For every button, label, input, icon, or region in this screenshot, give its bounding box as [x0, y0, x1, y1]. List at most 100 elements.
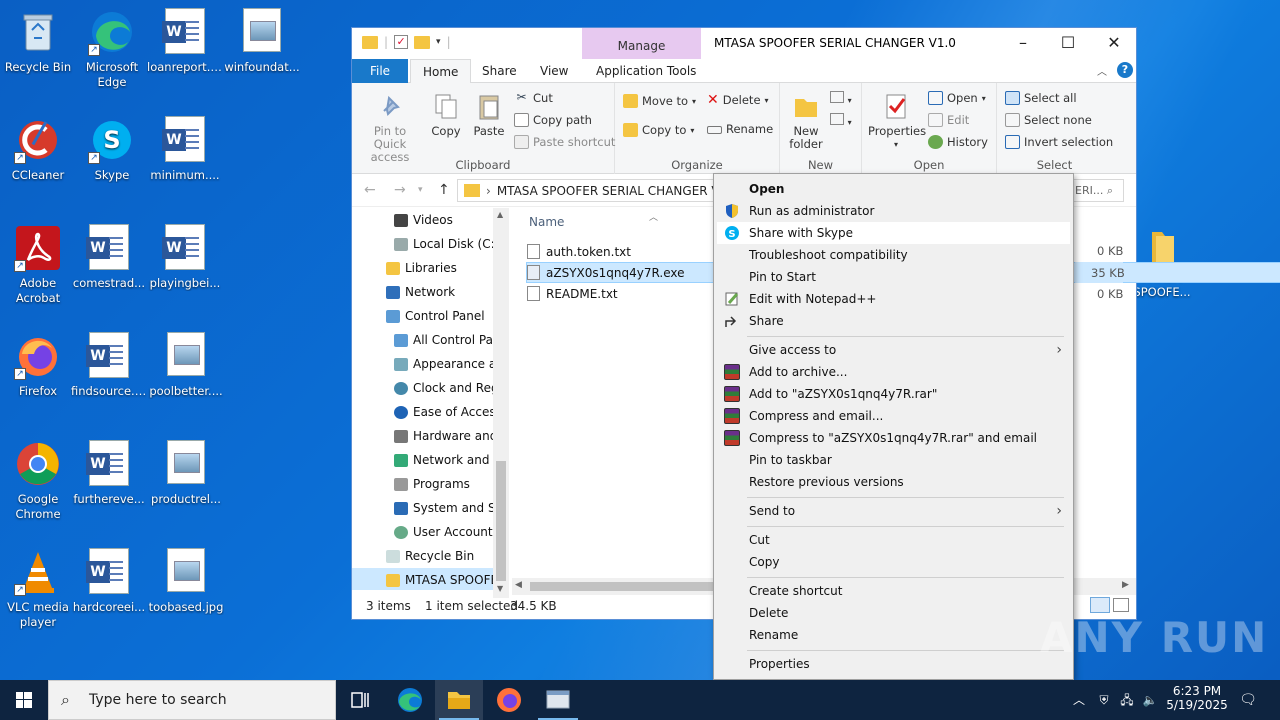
pin-to-quick-access-button[interactable]: Pin to Quick access — [358, 91, 422, 164]
nav-item-libraries[interactable]: Libraries — [352, 256, 507, 280]
delete-button[interactable]: ✕ Delete ▾ — [707, 93, 769, 107]
desktop-icon-toobased[interactable]: toobased.jpg — [148, 548, 224, 615]
menu-item-add-to-archive[interactable]: Add to archive... — [717, 361, 1070, 383]
edit-button[interactable]: Edit — [928, 113, 969, 127]
select-none-button[interactable]: Select none — [1005, 113, 1092, 127]
scrollbar-thumb[interactable] — [530, 582, 715, 591]
menu-item-restore-versions[interactable]: Restore previous versions — [717, 471, 1070, 493]
network-icon[interactable]: 🖧 — [1118, 680, 1136, 720]
nav-scrollbar[interactable]: ▲ ▼ — [493, 208, 509, 598]
tab-file[interactable]: File — [352, 59, 408, 83]
taskbar-app[interactable] — [534, 680, 582, 720]
nav-item-local-disk[interactable]: Local Disk (C:) — [352, 232, 507, 256]
select-all-button[interactable]: Select all — [1005, 91, 1077, 105]
properties-check-icon[interactable]: ✓ — [394, 35, 409, 49]
desktop-icon-recycle-bin[interactable]: Recycle Bin — [0, 8, 76, 75]
nav-item-system-security[interactable]: System and Sec — [352, 496, 507, 520]
minimize-button[interactable]: – — [1000, 28, 1046, 59]
desktop-icon-vlc[interactable]: ↗ VLC media player — [0, 548, 76, 630]
copy-path-button[interactable]: Copy path — [514, 113, 592, 127]
menu-item-send-to[interactable]: Send to › — [717, 500, 1070, 522]
nav-item-videos[interactable]: Videos — [352, 208, 507, 232]
menu-item-compress-to-rar-email[interactable]: Compress to "aZSYX0s1qnq4y7R.rar" and em… — [717, 427, 1070, 449]
help-icon[interactable]: ? — [1117, 62, 1133, 78]
menu-item-add-to-rar[interactable]: Add to "aZSYX0s1qnq4y7R.rar" — [717, 383, 1070, 405]
nav-item-mtasa-spoofer[interactable]: MTASA SPOOFER — [352, 568, 507, 590]
open-button[interactable]: Open ▾ — [928, 91, 986, 105]
collapse-ribbon-icon[interactable]: ︿ — [1097, 63, 1107, 78]
close-button[interactable]: ✕ — [1091, 28, 1137, 59]
volume-icon[interactable]: 🔈 — [1141, 680, 1159, 720]
desktop-icon-furthereve[interactable]: W furthereve... — [71, 440, 147, 507]
menu-item-pin-to-taskbar[interactable]: Pin to taskbar — [717, 449, 1070, 471]
cut-button[interactable]: ✂ Cut — [514, 91, 552, 105]
scroll-down-icon[interactable]: ▼ — [497, 584, 503, 593]
nav-item-clock-region[interactable]: Clock and Regi — [352, 376, 507, 400]
new-folder-button[interactable]: New folder — [788, 91, 824, 151]
menu-item-give-access[interactable]: Give access to › — [717, 339, 1070, 361]
details-view-icon[interactable] — [1090, 597, 1110, 613]
desktop-icon-minimum[interactable]: W minimum.... — [147, 116, 223, 183]
desktop-icon-skype[interactable]: S ↗ Skype — [74, 116, 150, 183]
forward-arrow-icon[interactable]: → — [394, 182, 406, 198]
desktop-icon-adobe-acrobat[interactable]: ↗ Adobe Acrobat — [0, 224, 76, 306]
new-folder-icon[interactable] — [414, 35, 431, 49]
up-arrow-icon[interactable]: ↑ — [438, 182, 450, 198]
taskbar-edge[interactable] — [386, 680, 434, 720]
menu-item-share[interactable]: Share — [717, 310, 1070, 332]
menu-item-pin-to-start[interactable]: Pin to Start — [717, 266, 1070, 288]
title-bar[interactable]: | ✓ ▾ | Manage MTASA SPOOFER SERIAL CHAN… — [352, 28, 1136, 59]
navigation-pane[interactable]: Videos Local Disk (C:) Libraries Network… — [352, 208, 507, 590]
maximize-button[interactable]: ☐ — [1045, 28, 1091, 59]
show-hidden-icons-icon[interactable]: ︿ — [1070, 680, 1088, 720]
clock[interactable]: 6:23 PM 5/19/2025 — [1162, 680, 1232, 720]
move-to-button[interactable]: Move to ▾ — [623, 94, 696, 108]
menu-item-share-with-skype[interactable]: S Share with Skype — [717, 222, 1070, 244]
nav-item-programs[interactable]: Programs — [352, 472, 507, 496]
properties-button[interactable]: Properties ▾ — [868, 91, 926, 151]
paste-shortcut-button[interactable]: Paste shortcut — [514, 135, 615, 149]
copy-to-button[interactable]: Copy to ▾ — [623, 123, 694, 137]
nav-item-network-internet[interactable]: Network and Ir — [352, 448, 507, 472]
desktop-icon-google-chrome[interactable]: Google Chrome — [0, 440, 76, 522]
desktop-icon-ccleaner[interactable]: ↗ CCleaner — [0, 116, 76, 183]
defender-icon[interactable]: ⛨ — [1095, 680, 1113, 720]
menu-item-rename[interactable]: Rename — [717, 624, 1070, 646]
history-button[interactable]: History — [928, 135, 988, 149]
menu-item-copy[interactable]: Copy — [717, 551, 1070, 573]
scroll-right-icon[interactable]: ▶ — [1122, 580, 1129, 590]
taskbar-search-box[interactable]: ⌕ Type here to search — [48, 680, 336, 720]
large-icons-view-icon[interactable] — [1113, 598, 1129, 612]
desktop-icon-loanreport[interactable]: W loanreport.rtf — [147, 8, 223, 75]
recent-locations-icon[interactable]: ▾ — [418, 185, 423, 195]
tab-share[interactable]: Share — [470, 59, 529, 83]
task-view-button[interactable] — [336, 680, 384, 720]
search-input[interactable]: ERI... ⌕ — [1072, 179, 1124, 202]
customize-qat-icon[interactable]: ▾ — [436, 37, 441, 47]
nav-item-user-accounts[interactable]: User Accounts — [352, 520, 507, 544]
invert-selection-button[interactable]: Invert selection — [1005, 135, 1113, 149]
scrollbar-thumb[interactable] — [496, 461, 506, 581]
menu-item-troubleshoot[interactable]: Troubleshoot compatibility — [717, 244, 1070, 266]
desktop-icon-edge[interactable]: ↗ Microsoft Edge — [74, 8, 150, 90]
desktop-icon-firefox[interactable]: ↗ Firefox — [0, 332, 76, 399]
menu-item-open[interactable]: Open — [717, 178, 1070, 200]
menu-item-compress-email[interactable]: Compress and email... — [717, 405, 1070, 427]
tab-view[interactable]: View — [528, 59, 580, 83]
menu-item-properties[interactable]: Properties — [717, 653, 1070, 675]
notifications-icon[interactable]: 🗨 — [1236, 680, 1260, 720]
context-menu[interactable]: Open Run as administrator S Share with S… — [713, 173, 1074, 680]
taskbar-file-explorer[interactable] — [435, 680, 483, 720]
start-button[interactable] — [0, 680, 48, 720]
taskbar-firefox[interactable] — [485, 680, 533, 720]
paste-button[interactable]: Paste — [469, 91, 509, 138]
desktop-icon-comestrad[interactable]: W comestrad... — [71, 224, 147, 291]
nav-item-appearance[interactable]: Appearance an — [352, 352, 507, 376]
tab-manage[interactable]: Manage — [582, 28, 701, 59]
desktop-icon-playingbei[interactable]: W playingbei... — [147, 224, 223, 291]
menu-item-edit-notepadpp[interactable]: Edit with Notepad++ — [717, 288, 1070, 310]
new-item-button[interactable]: ▾ — [830, 91, 852, 107]
desktop-icon-poolbetter[interactable]: poolbetter.... — [148, 332, 224, 399]
desktop-icon-winfoundat[interactable]: winfoundat... — [224, 8, 300, 75]
menu-item-create-shortcut[interactable]: Create shortcut — [717, 580, 1070, 602]
